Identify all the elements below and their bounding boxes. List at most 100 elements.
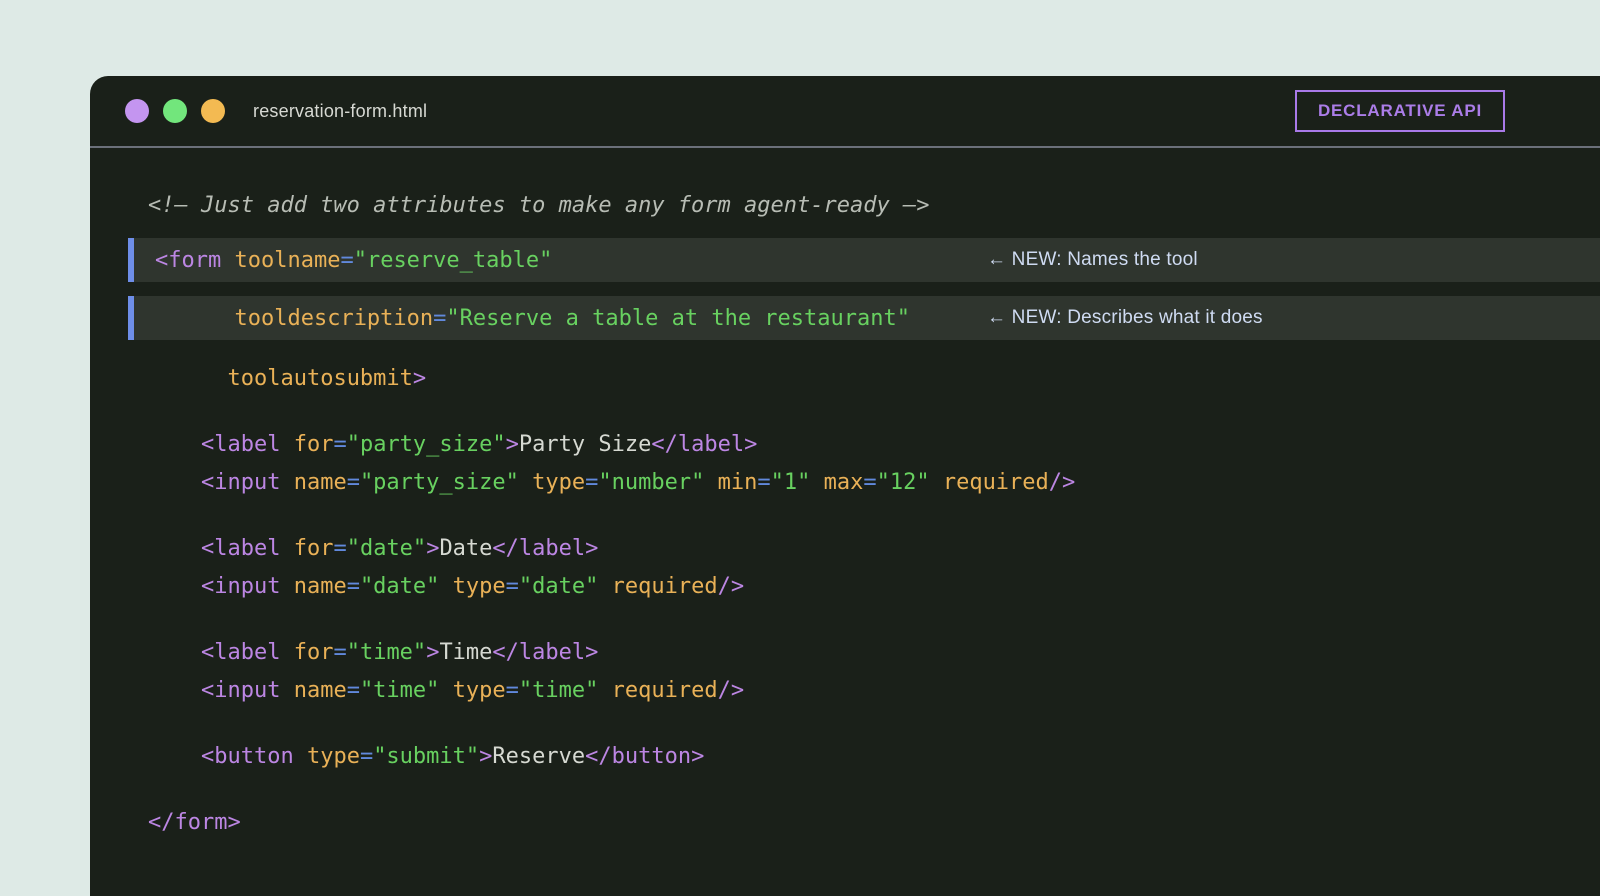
code-token: for — [294, 536, 334, 561]
code-token: "submit" — [373, 744, 479, 769]
code-token: name — [294, 470, 347, 495]
code-token: name — [294, 574, 347, 599]
code-token: <label — [201, 432, 294, 457]
code-token: = — [506, 678, 519, 703]
filename-title: reservation-form.html — [253, 101, 427, 122]
code-token: /> — [718, 678, 745, 703]
code-token: > — [506, 432, 519, 457]
code-token: > — [413, 366, 426, 391]
code-content: <!— Just add two attributes to make any … — [90, 148, 1600, 841]
code-token: <label — [201, 640, 294, 665]
code-token: "date" — [347, 536, 426, 561]
code-token: required — [612, 574, 718, 599]
code-token: = — [863, 470, 876, 495]
code-token: <input — [201, 574, 294, 599]
code-token: = — [585, 470, 598, 495]
code-token: Time — [439, 640, 492, 665]
code-token: = — [340, 248, 353, 273]
code-token: "date" — [519, 574, 598, 599]
blank-line — [90, 605, 1600, 633]
code-token — [810, 470, 823, 495]
code-token: > — [426, 640, 439, 665]
code-token — [148, 432, 201, 457]
code-token: Reserve — [492, 744, 585, 769]
window-titlebar: reservation-form.html DECLARATIVE API — [90, 76, 1600, 148]
code-token: <button — [201, 744, 307, 769]
code-token: "1" — [771, 470, 811, 495]
code-token: Date — [439, 536, 492, 561]
code-token — [148, 536, 201, 561]
code-token — [148, 366, 227, 391]
code-token — [439, 678, 452, 703]
code-token: "number" — [598, 470, 704, 495]
code-token — [598, 678, 611, 703]
code-token: = — [333, 432, 346, 457]
code-token: </button> — [585, 744, 704, 769]
code-token: "time" — [519, 678, 598, 703]
code-token: type — [307, 744, 360, 769]
code-token: "party_size" — [360, 470, 519, 495]
code-token: = — [347, 678, 360, 703]
code-token — [148, 574, 201, 599]
code-token: <!— Just add two attributes to make any … — [148, 193, 929, 218]
code-token — [519, 470, 532, 495]
code-token — [148, 640, 201, 665]
code-token — [439, 574, 452, 599]
code-line: </form> — [90, 803, 1600, 841]
code-token: = — [347, 470, 360, 495]
code-token — [704, 470, 717, 495]
code-token: /> — [718, 574, 745, 599]
code-line: <input name="time" type="time" required/… — [90, 671, 1600, 709]
code-line: <button type="submit">Reserve</button> — [90, 737, 1600, 775]
code-token: toolname — [234, 248, 340, 273]
code-token: <input — [201, 678, 294, 703]
code-token: = — [333, 640, 346, 665]
code-token: <form — [155, 248, 234, 273]
code-token: "12" — [877, 470, 930, 495]
traffic-light-green[interactable] — [163, 99, 187, 123]
code-token — [148, 744, 201, 769]
code-token — [155, 306, 234, 331]
blank-line — [90, 397, 1600, 425]
code-token: type — [453, 574, 506, 599]
code-token: "Reserve a table at the restaurant" — [446, 306, 910, 331]
code-line: <input name="party_size" type="number" m… — [90, 463, 1600, 501]
code-line: <label for="time">Time</label> — [90, 633, 1600, 671]
code-token: "party_size" — [347, 432, 506, 457]
highlighted-code-line: tooldescription="Reserve a table at the … — [128, 296, 1600, 340]
blank-line — [90, 709, 1600, 737]
code-token: toolautosubmit — [227, 366, 412, 391]
code-token: type — [532, 470, 585, 495]
code-token: required — [943, 470, 1049, 495]
code-line: <!— Just add two attributes to make any … — [90, 186, 1600, 224]
code-token: tooldescription — [234, 306, 433, 331]
code-token: = — [506, 574, 519, 599]
code-token: <label — [201, 536, 294, 561]
code-token: "reserve_table" — [354, 248, 553, 273]
code-token: type — [453, 678, 506, 703]
code-token: for — [294, 432, 334, 457]
code-token: name — [294, 678, 347, 703]
code-token: = — [333, 536, 346, 561]
code-token: </label> — [492, 536, 598, 561]
code-token: "time" — [360, 678, 439, 703]
code-token — [598, 574, 611, 599]
code-token: = — [433, 306, 446, 331]
code-token: /> — [1049, 470, 1076, 495]
declarative-api-badge: DECLARATIVE API — [1295, 90, 1505, 132]
code-line: <label for="date">Date</label> — [90, 529, 1600, 567]
code-token: > — [426, 536, 439, 561]
code-token — [148, 678, 201, 703]
code-token: required — [612, 678, 718, 703]
blank-line — [90, 775, 1600, 803]
code-line: <input name="date" type="date" required/… — [90, 567, 1600, 605]
code-token — [148, 470, 201, 495]
traffic-light-orange[interactable] — [201, 99, 225, 123]
annotation-callout: ← NEW: Describes what it does — [987, 296, 1263, 340]
code-token: min — [718, 470, 758, 495]
annotation-callout: ← NEW: Names the tool — [987, 238, 1198, 282]
code-token: = — [757, 470, 770, 495]
code-token: "date" — [360, 574, 439, 599]
highlighted-code-line: <form toolname="reserve_table" ← NEW: Nam… — [128, 238, 1600, 282]
traffic-light-purple[interactable] — [125, 99, 149, 123]
